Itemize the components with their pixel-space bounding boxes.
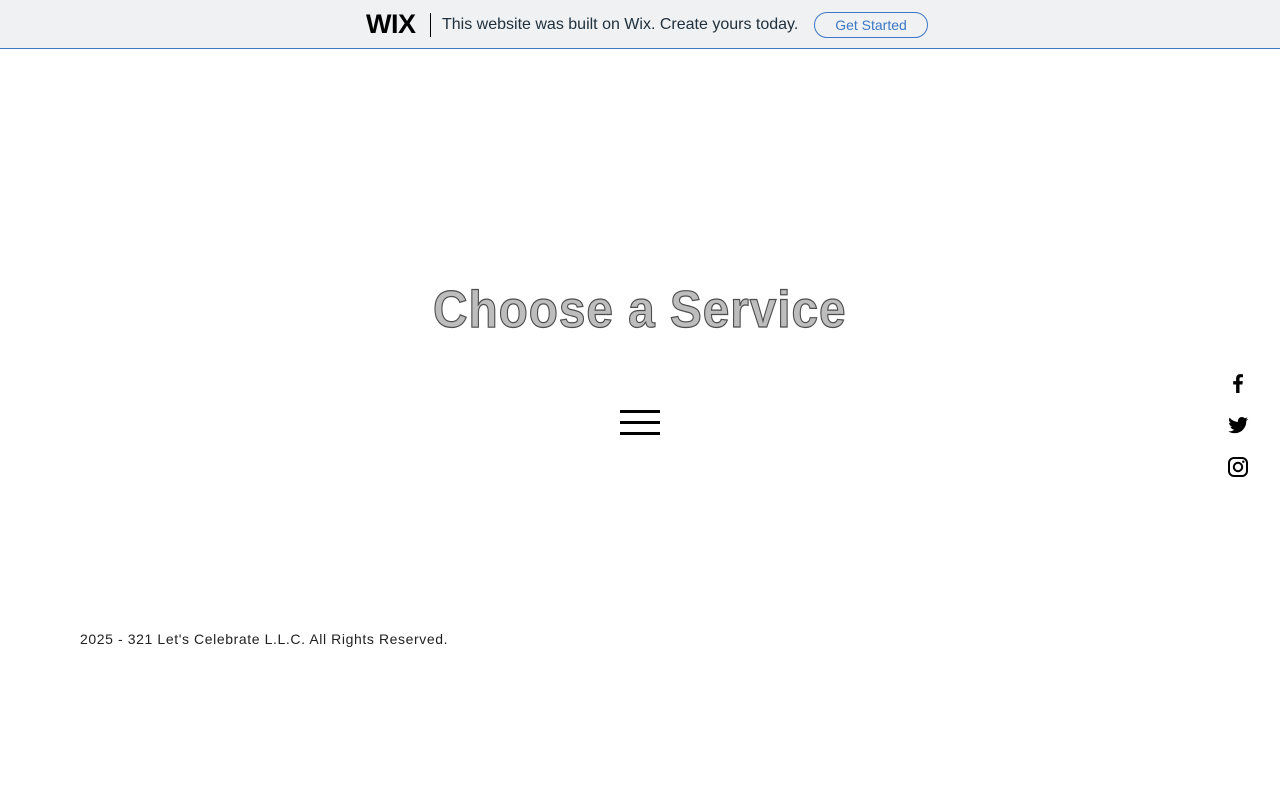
footer-copyright: 2025 - 321 Let's Celebrate L.L.C. All Ri… (80, 631, 449, 647)
hamburger-line (620, 432, 660, 435)
hamburger-line (620, 410, 660, 413)
banner-divider (430, 13, 431, 37)
facebook-icon[interactable] (1226, 371, 1250, 395)
wix-promo-banner: WIX This website was built on Wix. Creat… (0, 0, 1280, 49)
hamburger-line (620, 421, 660, 424)
hamburger-menu-button[interactable] (620, 408, 660, 438)
banner-message: This website was built on Wix. Create yo… (442, 16, 799, 33)
hero-section: Choose a Service (0, 272, 1280, 348)
twitter-icon[interactable] (1226, 413, 1250, 437)
get-started-button[interactable]: Get Started (814, 12, 928, 38)
page-title: Choose a Service (433, 280, 847, 339)
wix-logo[interactable]: WIX (366, 10, 416, 38)
social-bar (1226, 371, 1250, 497)
instagram-icon[interactable] (1226, 455, 1250, 479)
